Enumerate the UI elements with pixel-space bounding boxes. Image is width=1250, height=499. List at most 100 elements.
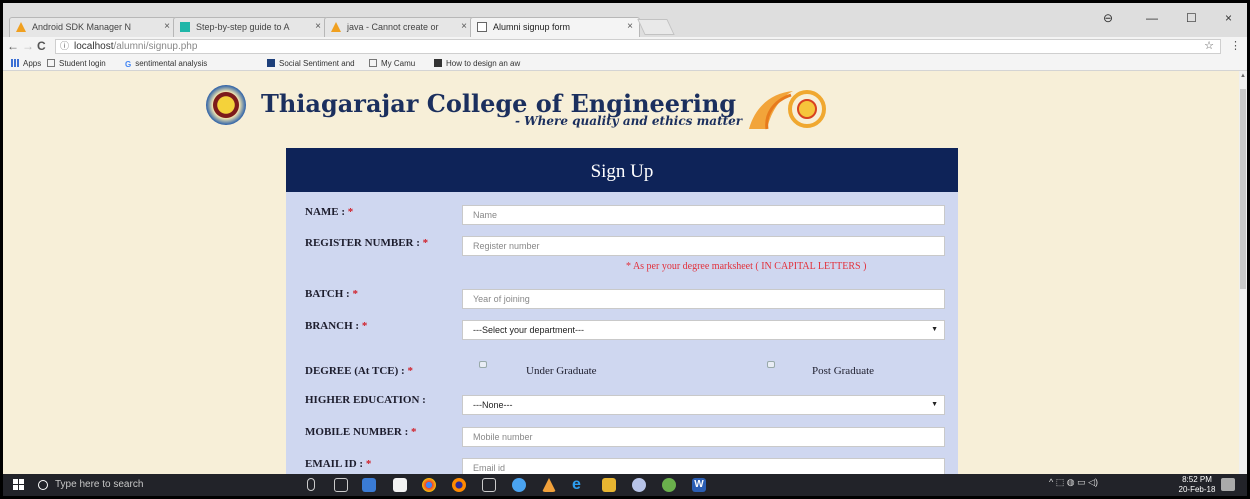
google-icon: G (125, 60, 132, 69)
tab-alumni-signup[interactable]: Alumni signup form × (470, 17, 640, 37)
console-icon[interactable] (482, 478, 496, 492)
register-number-note: * As per your degree marksheet ( IN CAPI… (626, 261, 867, 272)
under-graduate-checkbox[interactable] (479, 361, 487, 368)
info-icon[interactable]: ⓘ (60, 40, 69, 53)
vlc-icon[interactable] (542, 478, 556, 492)
post-graduate-checkbox[interactable] (767, 361, 775, 368)
label-text: BATCH : (305, 288, 353, 300)
tab-title: Alumni signup form (493, 22, 571, 32)
bookmark-label: sentimental analysis (135, 59, 208, 68)
minimize-button[interactable]: — (1146, 11, 1158, 25)
bookmark-my-camu[interactable]: My Camu (369, 59, 415, 68)
scrollbar-thumb[interactable] (1240, 89, 1246, 289)
edge-icon[interactable]: e (572, 477, 586, 493)
name-input[interactable]: Name (462, 205, 945, 225)
required-marker: * (361, 320, 368, 332)
bookmark-student-login[interactable]: Student login (47, 59, 106, 68)
sixty-years-logo (749, 90, 826, 130)
label-text: EMAIL ID : (305, 458, 366, 470)
store-icon[interactable] (393, 478, 407, 492)
word-icon[interactable]: W (692, 478, 706, 492)
name-label: NAME : * (305, 206, 353, 218)
search-placeholder: Type here to search (55, 479, 144, 490)
label-text: MOBILE NUMBER : (305, 426, 412, 438)
mobile-number-input[interactable]: Mobile number (462, 427, 945, 447)
label-text: BRANCH : (305, 320, 362, 332)
new-tab-button[interactable] (637, 19, 675, 35)
bookmark-label: Student login (59, 59, 106, 68)
clock-time: 8:52 PM (1182, 475, 1212, 484)
chevron-down-icon: ▼ (931, 326, 938, 333)
email-input[interactable]: Email id (462, 458, 945, 474)
mobile-number-label: MOBILE NUMBER : * (305, 426, 417, 438)
close-icon[interactable]: × (461, 18, 467, 36)
microphone-icon[interactable] (307, 478, 315, 491)
sublime-icon[interactable] (602, 478, 616, 492)
android-icon[interactable] (662, 478, 676, 492)
bookmark-social-sentiment[interactable]: Social Sentiment and (267, 59, 355, 68)
page-icon (47, 59, 55, 67)
register-number-input[interactable]: Register number (462, 236, 945, 256)
bookmark-how-to-design[interactable]: How to design an aw (434, 59, 520, 68)
label-text: HIGHER EDUCATION : (305, 394, 426, 406)
label-text: REGISTER NUMBER : (305, 237, 423, 249)
bookmarks-bar: Apps Student login Gsentimental analysis… (3, 56, 1247, 71)
page-content: Thiagarajar College of Engineering - Whe… (3, 71, 1239, 474)
bookmark-star-icon[interactable]: ☆ (1204, 40, 1214, 53)
college-tagline: - Where quality and ethics matter (515, 114, 743, 128)
maximize-button[interactable]: ☐ (1186, 11, 1197, 25)
address-row: ← → C ⓘ localhost/alumni/signup.php ☆ ⋮ (3, 37, 1247, 56)
reload-button[interactable]: C (37, 39, 46, 53)
forward-button[interactable]: → (22, 39, 34, 53)
taskbar-clock[interactable]: 8:52 PM 20-Feb-18 (1177, 475, 1217, 495)
email-label: EMAIL ID : * (305, 458, 371, 470)
url-host: localhost (74, 41, 114, 52)
batch-input[interactable]: Year of joining (462, 289, 945, 309)
bookmark-label: My Camu (381, 59, 416, 68)
required-marker: * (422, 237, 429, 249)
close-icon[interactable]: × (627, 18, 633, 36)
bookmark-label: Social Sentiment and (279, 59, 355, 68)
higher-education-select[interactable]: ---None--- ▼ (462, 395, 945, 415)
required-marker: * (365, 458, 372, 470)
profile-icon[interactable]: ⊖ (1103, 11, 1113, 25)
branch-select[interactable]: ---Select your department--- ▼ (462, 320, 945, 340)
bookmark-sentimental-analysis[interactable]: Gsentimental analysis (125, 59, 208, 69)
page-scrollbar[interactable]: ▲ (1239, 71, 1247, 474)
task-view-icon[interactable] (334, 478, 348, 492)
menu-icon[interactable]: ⋮ (1230, 39, 1241, 52)
chrome-icon[interactable] (422, 478, 436, 492)
taskbar-search-box[interactable]: Type here to search (34, 476, 306, 494)
app-icon[interactable] (632, 478, 646, 492)
close-icon[interactable]: × (164, 18, 170, 36)
post-graduate-label: Post Graduate (812, 365, 875, 377)
back-button[interactable]: ← (7, 39, 19, 53)
register-number-label: REGISTER NUMBER : * (305, 237, 428, 249)
tab-java[interactable]: java - Cannot create or × (324, 17, 474, 37)
branch-selected-value: ---Select your department--- (473, 325, 585, 335)
higher-education-label: HIGHER EDUCATION : (305, 394, 426, 406)
under-graduate-label: Under Graduate (526, 365, 597, 377)
apps-grid-icon (11, 59, 19, 67)
app-icon[interactable] (512, 478, 526, 492)
address-bar[interactable]: ⓘ localhost/alumni/signup.php ☆ (55, 39, 1221, 54)
notification-icon[interactable] (1221, 478, 1235, 491)
scroll-up-icon[interactable]: ▲ (1240, 73, 1246, 79)
windows-start-icon[interactable] (13, 479, 24, 490)
tab-android-sdk[interactable]: Android SDK Manager N × (9, 17, 177, 37)
higher-education-selected-value: ---None--- (473, 400, 513, 410)
url-path: /alumni/signup.php (113, 41, 198, 52)
tab-step-by-step[interactable]: Step-by-step guide to A × (173, 17, 328, 37)
close-window-button[interactable]: × (1225, 11, 1232, 25)
file-explorer-icon[interactable] (362, 478, 376, 492)
batch-label: BATCH : * (305, 288, 358, 300)
firefox-icon[interactable] (452, 478, 466, 492)
label-text: DEGREE (At TCE) : (305, 365, 408, 377)
stack-overflow-favicon-icon (331, 22, 341, 32)
bookmark-apps[interactable]: Apps (11, 59, 41, 68)
clock-date: 20-Feb-18 (1178, 485, 1216, 494)
close-icon[interactable]: × (315, 18, 321, 36)
bookmark-label: Apps (23, 59, 42, 68)
windows-taskbar: Type here to search e W ^ ⬚ ◍ ▭ ◁) 8:52 … (3, 474, 1247, 496)
system-tray[interactable]: ^ ⬚ ◍ ▭ ◁) (1049, 477, 1098, 488)
